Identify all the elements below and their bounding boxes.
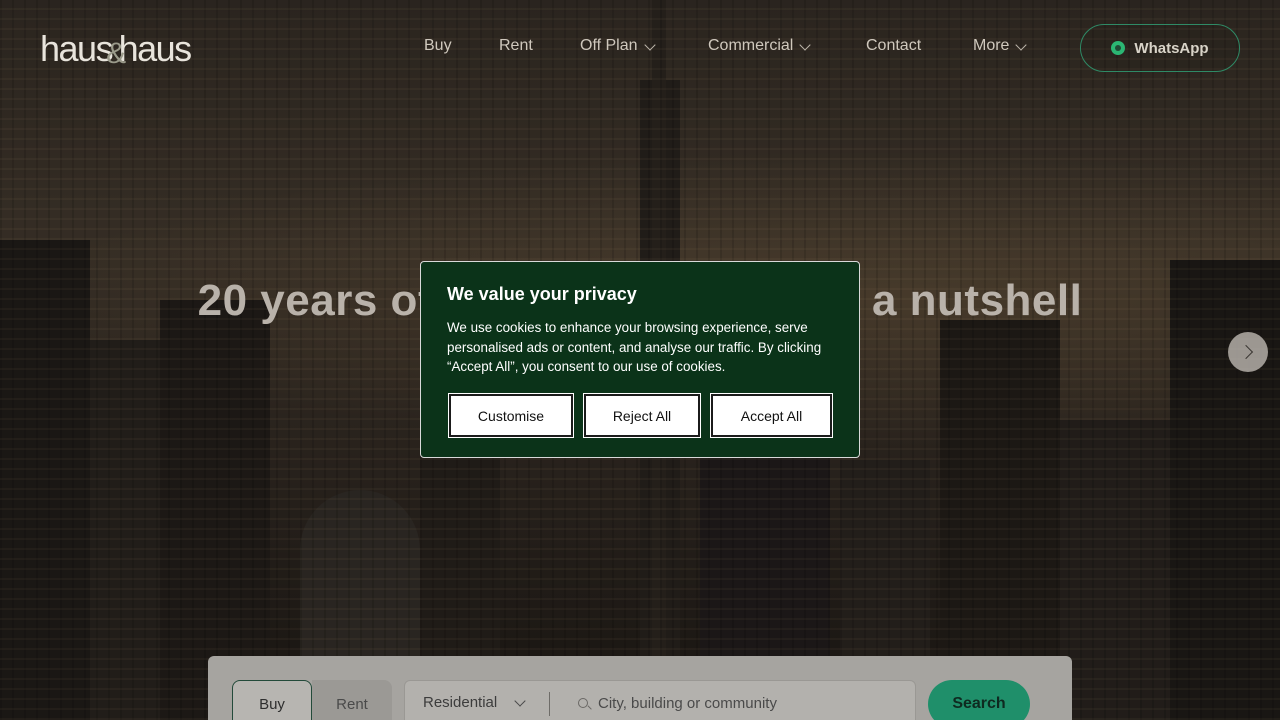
nav-item-more[interactable]: More: [973, 37, 1028, 55]
nav-item-label: More: [973, 37, 1010, 54]
reject-all-button[interactable]: Reject All: [583, 393, 701, 438]
nav-item-buy[interactable]: Buy: [424, 37, 452, 55]
whatsapp-button[interactable]: WhatsApp: [1080, 24, 1240, 72]
logo-text-right: haus: [118, 28, 193, 69]
property-type-select[interactable]: Residential: [423, 694, 497, 711]
nav-item-label: Rent: [499, 37, 533, 54]
cookie-text: We use cookies to enhance your browsing …: [447, 320, 822, 374]
whatsapp-icon: [1111, 41, 1126, 55]
location-search-input[interactable]: [598, 690, 898, 716]
search-button[interactable]: Search: [928, 680, 1030, 720]
carousel-next-button[interactable]: [1228, 332, 1268, 372]
tab-buy[interactable]: Buy: [232, 680, 312, 720]
cookie-title: We value your privacy: [447, 284, 637, 304]
customise-label: Customise: [477, 407, 545, 424]
search-icon: [578, 698, 588, 708]
customise-button[interactable]: Customise: [448, 393, 574, 438]
nav-item-rent[interactable]: Rent: [499, 37, 533, 55]
nav-item-label: Contact: [866, 37, 922, 54]
nav-item-contact[interactable]: Contact: [866, 37, 921, 55]
tab-label: Rent: [336, 695, 368, 713]
tab-label: Buy: [259, 695, 285, 713]
nav-item-label: Commercial: [708, 37, 794, 54]
accept-all-button[interactable]: Accept All: [710, 393, 833, 438]
search-button-label: Search: [952, 695, 1006, 712]
tab-rent[interactable]: Rent: [312, 680, 392, 720]
chevron-down-icon: [643, 38, 656, 51]
chevron-down-icon: [1015, 38, 1028, 51]
accept-all-label: Accept All: [740, 407, 803, 424]
chevron-right-icon: [1238, 344, 1254, 360]
site-logo[interactable]: haus & haus: [40, 28, 193, 70]
nav-item-label: Off Plan: [580, 37, 638, 54]
logo-text-left: haus: [40, 28, 114, 69]
reject-all-label: Reject All: [612, 407, 672, 424]
nav-item-label: Buy: [424, 37, 452, 54]
chevron-down-icon: [799, 38, 812, 51]
cookie-consent-dialog: We value your privacy We use cookies to …: [420, 261, 860, 458]
logo-ampersand: &: [106, 37, 126, 70]
field-divider: [549, 692, 550, 716]
nav-item-off-plan[interactable]: Off Plan: [580, 37, 656, 55]
nav-item-commercial[interactable]: Commercial: [708, 37, 812, 55]
whatsapp-label: WhatsApp: [1134, 39, 1209, 57]
